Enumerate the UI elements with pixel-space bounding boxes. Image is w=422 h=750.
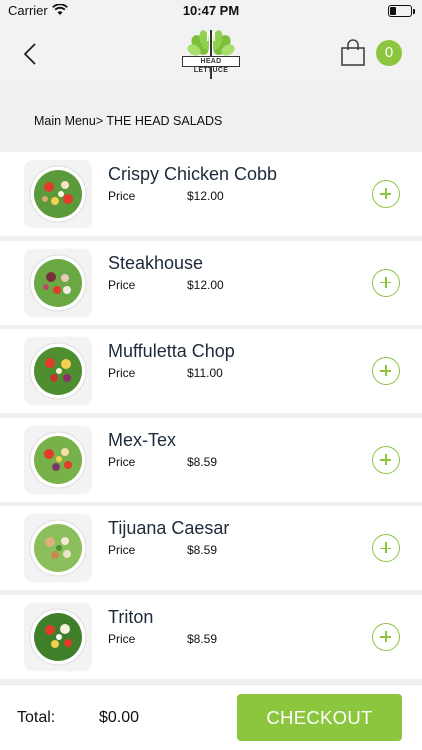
price-value: $12.00: [187, 277, 224, 292]
back-button[interactable]: [14, 36, 46, 72]
item-name: Muffuletta Chop: [108, 341, 235, 362]
battery-icon: [388, 5, 415, 17]
total-label: Total:: [17, 709, 56, 726]
menu-item[interactable]: Mex-Tex Price $8.59: [0, 417, 422, 502]
checkout-button[interactable]: CHECKOUT: [237, 694, 402, 741]
salad-bowl-icon: [29, 519, 87, 577]
price-label: Price: [108, 189, 136, 203]
salad-image: [25, 161, 91, 227]
add-to-cart-button[interactable]: [372, 180, 400, 208]
head-lettuce-logo: HEAD LETTUCE: [180, 28, 242, 80]
add-to-cart-button[interactable]: [372, 534, 400, 563]
item-name: Triton: [108, 606, 154, 627]
salad-image: [25, 515, 91, 582]
add-to-cart-button[interactable]: [372, 445, 400, 474]
cart-count-badge[interactable]: 0: [376, 40, 402, 66]
logo-text: HEAD LETTUCE: [182, 56, 240, 74]
salad-bowl-icon: [29, 254, 87, 312]
shopping-bag-icon[interactable]: [340, 39, 366, 67]
clock: 10:47 PM: [182, 3, 240, 18]
item-name: Mex-Tex: [108, 429, 177, 450]
menu-item-list: Crispy Chicken Cobb Price $12.00 Steakho…: [0, 152, 422, 684]
fork-handle-icon: [210, 67, 212, 79]
item-name: Tijuana Caesar: [108, 518, 230, 539]
price-label: Price: [108, 454, 136, 469]
price-label: Price: [108, 277, 136, 292]
add-to-cart-button[interactable]: [372, 357, 400, 386]
price-label: Price: [108, 543, 136, 558]
salad-bowl-icon: [29, 165, 87, 223]
menu-item[interactable]: Muffuletta Chop Price $11.00: [0, 329, 422, 414]
menu-item[interactable]: Steakhouse Price $12.00: [0, 240, 422, 325]
checkout-bar: Total: $0.00 CHECKOUT: [0, 684, 422, 750]
menu-item[interactable]: Triton Price $8.59: [0, 594, 422, 679]
salad-image: [25, 603, 91, 670]
salad-image: [25, 249, 91, 316]
chevron-left-icon: [23, 43, 36, 65]
price-value: $11.00: [187, 366, 223, 381]
total-value: $0.00: [99, 709, 140, 726]
breadcrumb: Main Menu> THE HEAD SALADS: [34, 114, 223, 128]
salad-image: [25, 338, 91, 405]
status-bar: Carrier 10:47 PM: [0, 0, 422, 22]
menu-item[interactable]: Crispy Chicken Cobb Price $12.00: [0, 152, 422, 236]
salad-bowl-icon: [29, 431, 87, 489]
add-to-cart-button[interactable]: [372, 268, 400, 297]
price-label: Price: [108, 631, 136, 646]
lettuce-leaves-icon: [187, 30, 235, 56]
salad-bowl-icon: [29, 342, 87, 400]
price-value: $8.59: [187, 454, 218, 469]
add-to-cart-button[interactable]: [372, 622, 400, 651]
salad-image: [25, 426, 91, 493]
breadcrumb-bar: Main Menu> THE HEAD SALADS: [0, 86, 422, 152]
price-value: $8.59: [187, 543, 218, 558]
salad-bowl-icon: [29, 608, 87, 666]
item-name: Steakhouse: [108, 252, 204, 273]
price-value: $12.00: [187, 189, 224, 203]
price-value: $8.59: [187, 631, 218, 646]
item-name: Crispy Chicken Cobb: [108, 164, 278, 184]
menu-item[interactable]: Tijuana Caesar Price $8.59: [0, 506, 422, 591]
price-label: Price: [108, 366, 136, 381]
nav-bar: HEAD LETTUCE 0: [0, 22, 422, 86]
